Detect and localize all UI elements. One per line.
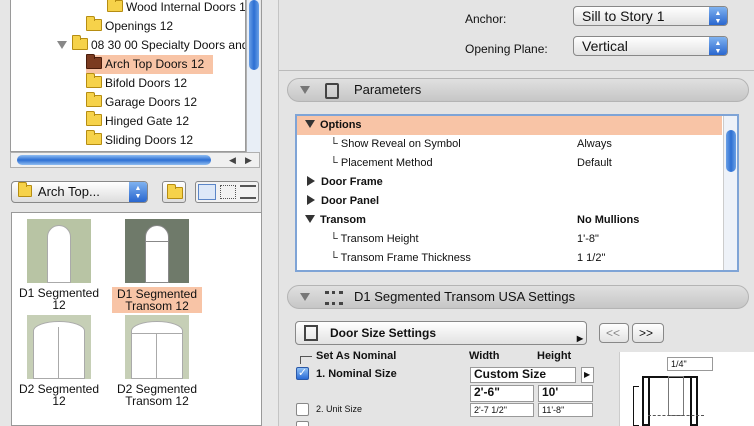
param-row[interactable]: └ Placement Method Default (297, 154, 722, 173)
thumbnail-item[interactable]: D2 Segmented 12 (14, 315, 104, 407)
collapse-triangle-icon[interactable] (300, 293, 310, 301)
door-size-icon (304, 325, 318, 341)
disclosure-closed-icon[interactable] (307, 176, 315, 186)
opening-plane-select[interactable]: Vertical ▲ ▼ (573, 36, 728, 56)
tree-item-garage-doors[interactable]: Garage Doors 12 (86, 92, 197, 112)
next-size-checkbox[interactable] (296, 421, 309, 426)
door-preview-image (125, 315, 189, 379)
thumbnail-item[interactable]: D2 Segmented Transom 12 (112, 315, 202, 407)
parameters-list: Options └ Show Reveal on Symbol Always └… (295, 114, 739, 272)
select-arrows-icon: ▲ ▼ (709, 37, 727, 55)
bracket-line (300, 356, 312, 364)
settings-list-icon (325, 291, 343, 305)
object-thumbnails: D1 Segmented 12 D1 Segmented Transom 12 … (11, 212, 262, 426)
unit-height-field[interactable]: 11'-8" (538, 403, 593, 417)
settings-section-header[interactable]: D1 Segmented Transom USA Settings (287, 285, 749, 309)
tree-item-bifold-doors[interactable]: Bifold Doors 12 (86, 73, 187, 93)
small-icons-view-icon[interactable] (220, 185, 236, 199)
tree-item-sliding-doors[interactable]: Sliding Doors 12 (86, 130, 193, 150)
parameters-scrollbar[interactable] (723, 116, 737, 270)
parameters-section-header[interactable]: Parameters (287, 78, 749, 102)
settings-panel: Anchor: Sill to Story 1 ▲ ▼ Opening Plane… (278, 0, 754, 426)
select-arrows-icon: ▲ ▼ (129, 182, 147, 202)
custom-size-select[interactable]: Custom Size (470, 367, 576, 383)
unit-size-label: 2. Unit Size (316, 404, 363, 414)
folder-icon (86, 73, 102, 88)
disclosure-open-icon[interactable] (57, 41, 67, 49)
folder-icon (86, 54, 102, 69)
next-page-button[interactable]: >> (632, 323, 664, 343)
nominal-height-field[interactable]: 10' (538, 385, 593, 402)
disclosure-closed-icon[interactable] (307, 195, 315, 205)
size-preview: 1/4" (619, 352, 754, 426)
tree-item-wood-internal-doors[interactable]: Wood Internal Doors 12 (107, 0, 245, 17)
prev-page-button[interactable]: << (599, 323, 629, 343)
tree-item-openings[interactable]: Openings 12 (86, 16, 173, 36)
tree-item-arch-top-doors[interactable]: Arch Top Doors 12 (86, 54, 213, 74)
library-panel: Wood Internal Doors 12 Openings 12 08 30… (0, 0, 262, 426)
width-header: Width (469, 350, 500, 362)
height-header: Height (537, 350, 572, 362)
folder-icon (86, 16, 102, 31)
folder-tree: Wood Internal Doors 12 Openings 12 08 30… (10, 0, 246, 152)
view-mode-buttons[interactable] (195, 181, 259, 203)
large-icons-view-icon[interactable] (198, 184, 216, 200)
door-size-settings-select[interactable]: Door Size Settings ▶ (295, 321, 587, 345)
door-preview-image (125, 219, 189, 283)
nominal-width-field[interactable]: 2'-6" (470, 385, 534, 402)
scroll-right-arrow-icon[interactable]: ▶ (245, 153, 252, 167)
folder-icon (86, 111, 102, 126)
scroll-thumb[interactable] (726, 130, 736, 172)
tree-item-specialty-doors[interactable]: 08 30 00 Specialty Doors and (57, 35, 245, 55)
parameters-icon (325, 83, 339, 99)
folder-icon (72, 35, 88, 50)
set-as-nominal-label: Set As Nominal (316, 350, 397, 362)
collapse-triangle-icon[interactable] (300, 86, 310, 94)
folder-icon (18, 182, 32, 197)
param-row[interactable]: └ Show Reveal on Symbol Always (297, 135, 722, 154)
folder-icon (86, 92, 102, 107)
anchor-label: Anchor: (465, 12, 507, 26)
tree-horizontal-scrollbar[interactable]: ◀ ▶ (10, 152, 260, 168)
param-row-options[interactable]: Options (297, 116, 722, 135)
scroll-left-arrow-icon[interactable]: ◀ (229, 153, 236, 167)
thumbnail-item-selected[interactable]: D1 Segmented Transom 12 (112, 219, 202, 313)
scroll-thumb[interactable] (17, 155, 211, 165)
param-row-door-panel[interactable]: Door Panel (297, 192, 722, 211)
param-row-door-frame[interactable]: Door Frame (297, 173, 722, 192)
unit-size-checkbox[interactable] (296, 403, 309, 416)
unit-width-field[interactable]: 2'-7 1/2" (470, 403, 534, 417)
list-view-icon[interactable] (240, 185, 256, 199)
folder-icon (86, 130, 102, 145)
tree-vertical-scrollbar[interactable] (246, 0, 260, 152)
settings-title: D1 Segmented Transom USA Settings (354, 289, 576, 304)
nominal-size-checkbox[interactable]: ✓ (296, 367, 309, 380)
nominal-size-label: 1. Nominal Size (316, 368, 397, 380)
disclosure-open-icon[interactable] (305, 215, 315, 223)
door-preview-image (27, 219, 91, 283)
folder-up-icon (167, 184, 183, 199)
param-row[interactable]: └ Transom Height 1'-8" (297, 230, 722, 249)
folder-icon (107, 0, 123, 12)
popup-arrow-icon: ▶ (576, 334, 583, 343)
parameters-title: Parameters (354, 82, 422, 97)
folder-up-button[interactable] (162, 181, 186, 203)
preview-dimension-field[interactable]: 1/4" (667, 357, 713, 371)
door-preview-image (27, 315, 91, 379)
opening-plane-label: Opening Plane: (465, 42, 548, 56)
param-row-transom[interactable]: Transom No Mullions (297, 211, 722, 230)
anchor-select[interactable]: Sill to Story 1 ▲ ▼ (573, 6, 728, 26)
select-arrows-icon: ▲ ▼ (709, 7, 727, 25)
param-row[interactable]: └ Transom Frame Thickness 1 1/2" (297, 249, 722, 268)
scroll-thumb[interactable] (249, 0, 259, 70)
custom-size-arrow-button[interactable]: ▶ (581, 367, 594, 383)
tree-item-hinged-gate[interactable]: Hinged Gate 12 (86, 111, 189, 131)
disclosure-open-icon[interactable] (305, 120, 315, 128)
library-folder-select[interactable]: Arch Top... ▲ ▼ (11, 181, 148, 203)
thumbnail-item[interactable]: D1 Segmented 12 (14, 219, 104, 311)
